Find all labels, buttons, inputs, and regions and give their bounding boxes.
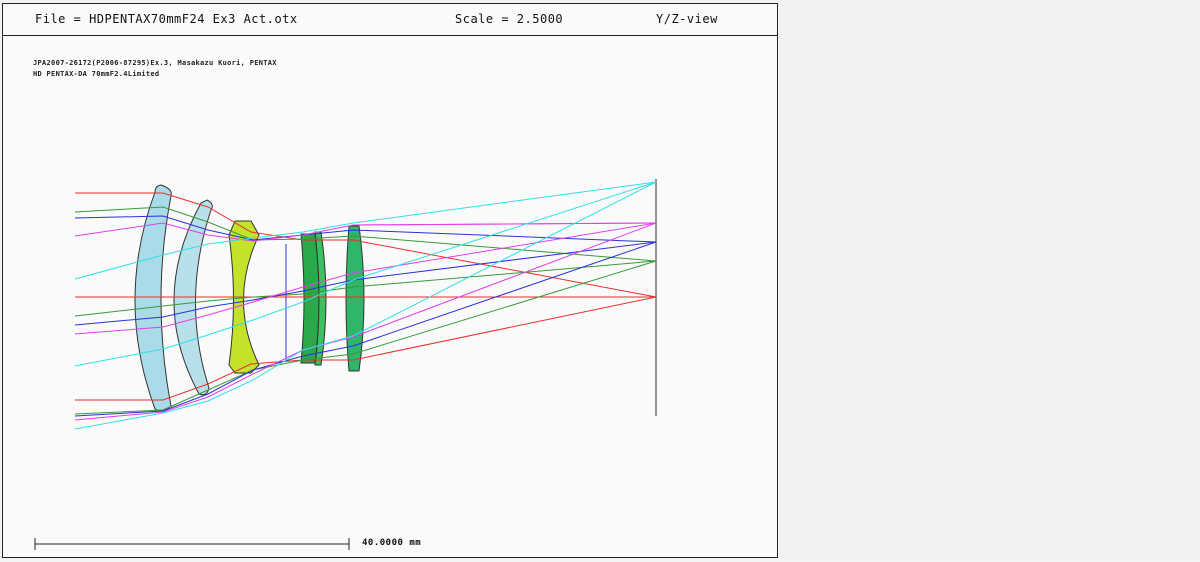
lens-element-1 [134,184,172,412]
lens-layout-panel: File = HDPENTAX70mmF24 Ex3 Act.otx Scale… [2,3,778,558]
scale-bar [34,538,350,550]
lens-elements [134,184,365,412]
lens-diagram [34,179,657,550]
lens-element-5 [345,225,365,372]
scale-bar-label: 40.0000 mm [362,538,422,548]
